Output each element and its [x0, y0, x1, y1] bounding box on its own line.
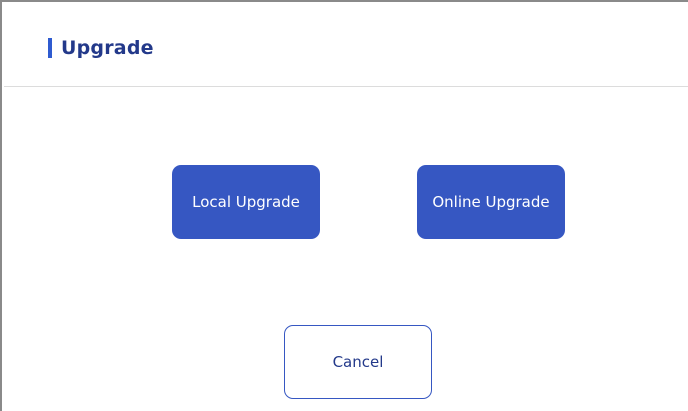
upgrade-dialog: Upgrade Local Upgrade Online Upgrade Can… [0, 0, 688, 411]
dialog-title: Upgrade [61, 37, 154, 59]
local-upgrade-button[interactable]: Local Upgrade [172, 165, 320, 239]
title-accent-bar [48, 38, 52, 58]
cancel-button[interactable]: Cancel [284, 325, 432, 399]
header-divider [4, 86, 688, 87]
dialog-header: Upgrade [48, 36, 154, 60]
online-upgrade-button[interactable]: Online Upgrade [417, 165, 565, 239]
